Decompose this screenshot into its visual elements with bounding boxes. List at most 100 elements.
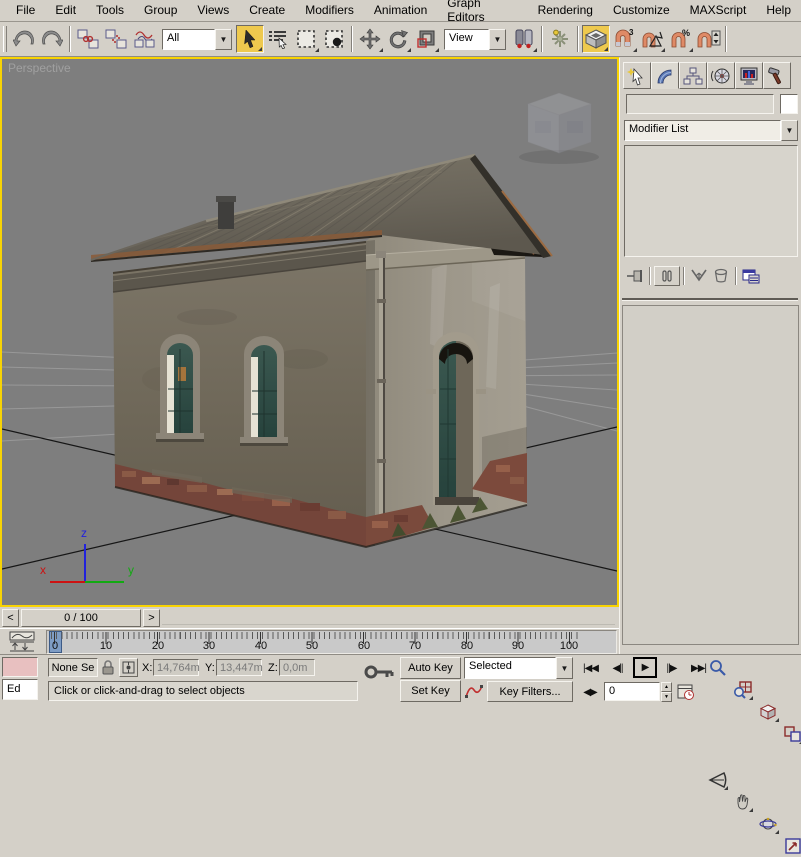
- bind-to-space-warp-button[interactable]: [130, 25, 158, 53]
- spinner-up-icon[interactable]: ▲: [661, 682, 672, 692]
- select-and-scale-button[interactable]: [412, 25, 440, 53]
- open-mini-curve-editor-button[interactable]: [8, 631, 40, 652]
- window-crossing-toggle-button[interactable]: [320, 25, 348, 53]
- maximize-viewport-toggle-button[interactable]: [781, 835, 801, 857]
- object-color-swatch[interactable]: [780, 94, 798, 114]
- menu-tools[interactable]: Tools: [86, 0, 134, 21]
- show-end-result-button[interactable]: [654, 266, 680, 286]
- menu-animation[interactable]: Animation: [364, 0, 437, 21]
- time-slider-next-button[interactable]: >: [143, 609, 160, 627]
- spinner-down-icon[interactable]: ▼: [661, 692, 672, 702]
- viewcube-gizmo[interactable]: [519, 93, 599, 164]
- modifier-list-dropdown-icon[interactable]: ▼: [781, 120, 798, 141]
- macro-recorder-pane[interactable]: [2, 657, 38, 677]
- select-by-name-button[interactable]: [264, 25, 292, 53]
- pin-stack-button[interactable]: [624, 265, 646, 287]
- unlink-selection-button[interactable]: [102, 25, 130, 53]
- toolbar-grip[interactable]: [3, 26, 7, 52]
- undo-button[interactable]: [10, 25, 38, 53]
- time-slider-button[interactable]: 0 / 100: [21, 609, 141, 627]
- z-coord-field[interactable]: 0,0m: [279, 659, 315, 676]
- angle-snap-toggle-button[interactable]: 3: [610, 25, 638, 53]
- arc-rotate-button[interactable]: [757, 813, 780, 835]
- zoom-extents-button[interactable]: [757, 701, 780, 723]
- frame-spinner[interactable]: ▲ ▼: [661, 682, 672, 701]
- perspective-viewport[interactable]: z x y Perspective: [0, 57, 619, 607]
- zoom-button[interactable]: [706, 657, 729, 679]
- keyboard-shortcut-override-button[interactable]: [364, 663, 394, 681]
- select-and-manipulate-button[interactable]: [546, 25, 574, 53]
- field-of-view-button[interactable]: [706, 769, 729, 791]
- menu-edit[interactable]: Edit: [45, 0, 86, 21]
- spinner-snap-button[interactable]: [694, 25, 722, 53]
- configure-modifier-sets-button[interactable]: [740, 265, 762, 287]
- lock-selection-button[interactable]: [101, 659, 115, 676]
- modifier-stack-list[interactable]: [624, 145, 798, 257]
- tab-motion[interactable]: [707, 62, 735, 89]
- selection-filter-combo[interactable]: All ▼: [162, 29, 232, 50]
- select-and-link-button[interactable]: [74, 25, 102, 53]
- zoom-all-button[interactable]: [731, 679, 754, 701]
- current-frame-field[interactable]: 0: [604, 682, 660, 701]
- viewport-label[interactable]: Perspective: [8, 61, 71, 75]
- absolute-offset-toggle-button[interactable]: [119, 658, 138, 677]
- snaps-toggle-button[interactable]: [582, 25, 610, 53]
- select-and-rotate-button[interactable]: [384, 25, 412, 53]
- menu-file[interactable]: File: [6, 0, 45, 21]
- menu-graph-editors[interactable]: Graph Editors: [437, 0, 527, 28]
- menu-maxscript[interactable]: MAXScript: [680, 0, 757, 21]
- key-mode-toggle-button[interactable]: ◀▶: [580, 683, 600, 701]
- modifier-list-combo[interactable]: Modifier List ▼: [624, 120, 798, 141]
- next-frame-button[interactable]: ||▶: [660, 659, 683, 678]
- set-key-button[interactable]: Set Key: [400, 680, 461, 702]
- menu-rendering[interactable]: Rendering: [528, 0, 603, 21]
- zoom-extents-all-button[interactable]: [781, 723, 801, 745]
- remove-modifier-button[interactable]: [710, 265, 732, 287]
- previous-frame-button[interactable]: ◀||: [606, 659, 629, 678]
- menu-help[interactable]: Help: [756, 0, 801, 21]
- selection-filter-dropdown-icon[interactable]: ▼: [215, 29, 232, 50]
- select-object-button[interactable]: [236, 25, 264, 53]
- time-slider-track[interactable]: [162, 611, 615, 625]
- select-and-move-button[interactable]: [356, 25, 384, 53]
- angle-snap-button[interactable]: [638, 25, 666, 53]
- ruler-label: 100: [560, 640, 578, 652]
- time-configuration-button[interactable]: [677, 683, 695, 701]
- pan-button[interactable]: [731, 791, 754, 813]
- default-tangent-button[interactable]: [464, 682, 484, 700]
- auto-key-button[interactable]: Auto Key: [400, 657, 461, 679]
- make-unique-button[interactable]: [688, 265, 710, 287]
- mini-listener-pane[interactable]: Ed: [2, 679, 38, 700]
- menu-create[interactable]: Create: [239, 0, 295, 21]
- tab-modify[interactable]: [651, 62, 679, 89]
- timeline-ruler[interactable]: 0 10 20 30 40 50 60 70 80 90 100: [46, 630, 617, 654]
- coordsys-dropdown-icon[interactable]: ▼: [489, 29, 506, 50]
- tab-create[interactable]: [623, 62, 651, 89]
- rectangular-selection-region-button[interactable]: [292, 25, 320, 53]
- key-scope-dropdown-icon[interactable]: ▼: [556, 657, 573, 679]
- reference-coordsys-combo[interactable]: View ▼: [444, 29, 506, 50]
- tab-display[interactable]: [735, 62, 763, 89]
- y-coord-field[interactable]: 13,447m: [216, 659, 262, 676]
- time-slider-prev-button[interactable]: <: [2, 609, 19, 627]
- menu-customize[interactable]: Customize: [603, 0, 680, 21]
- play-button[interactable]: ▶: [633, 657, 657, 678]
- viewport-canvas[interactable]: z x y: [2, 59, 617, 605]
- percent-snap-button[interactable]: %: [666, 25, 694, 53]
- menu-modifiers[interactable]: Modifiers: [295, 0, 364, 21]
- use-pivot-point-center-button[interactable]: [510, 25, 538, 53]
- redo-icon: [41, 30, 63, 48]
- tab-hierarchy[interactable]: [679, 62, 707, 89]
- menu-views[interactable]: Views: [187, 0, 239, 21]
- tab-utilities[interactable]: [763, 62, 791, 89]
- menu-group[interactable]: Group: [134, 0, 187, 21]
- go-to-start-button[interactable]: |◀◀: [578, 659, 603, 678]
- key-filters-button[interactable]: Key Filters...: [487, 681, 573, 702]
- x-coord-field[interactable]: 14,764m: [153, 659, 199, 676]
- magnet-percent-icon: %: [668, 28, 692, 50]
- object-name-field[interactable]: [626, 94, 774, 114]
- redo-button[interactable]: [38, 25, 66, 53]
- key-scope-combo[interactable]: Selected ▼: [464, 657, 573, 679]
- maximize-toggle-icon: [784, 837, 801, 855]
- house-model[interactable]: [91, 155, 552, 547]
